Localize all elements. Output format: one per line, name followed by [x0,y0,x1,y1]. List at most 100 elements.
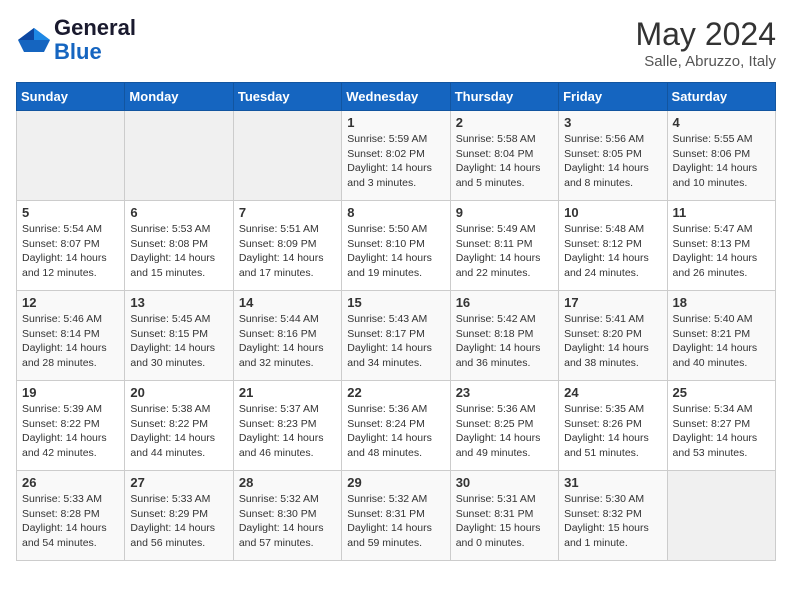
cell-content: Sunrise: 5:35 AMSunset: 8:26 PMDaylight:… [564,402,661,461]
daylight-text: Daylight: 14 hours and 38 minutes. [564,341,661,370]
sunset-text: Sunset: 8:22 PM [22,417,119,432]
daylight-text: Daylight: 14 hours and 53 minutes. [673,431,770,460]
cell-content: Sunrise: 5:36 AMSunset: 8:24 PMDaylight:… [347,402,444,461]
sunrise-text: Sunrise: 5:35 AM [564,402,661,417]
sunset-text: Sunset: 8:02 PM [347,147,444,162]
weekday-header-row: SundayMondayTuesdayWednesdayThursdayFrid… [17,83,776,111]
sunrise-text: Sunrise: 5:43 AM [347,312,444,327]
calendar-cell: 27Sunrise: 5:33 AMSunset: 8:29 PMDayligh… [125,471,233,561]
sunrise-text: Sunrise: 5:30 AM [564,492,661,507]
cell-content: Sunrise: 5:56 AMSunset: 8:05 PMDaylight:… [564,132,661,191]
calendar-cell: 28 Sunrise: 5:32 AMSunset: 8:30 PMDayligh… [233,471,341,561]
sunrise-text: Sunrise: 5:36 AM [347,402,444,417]
sunrise-text: Sunrise: 5:53 AM [130,222,227,237]
sunset-text: Sunset: 8:21 PM [673,327,770,342]
calendar-cell: 13Sunrise: 5:45 AMSunset: 8:15 PMDayligh… [125,291,233,381]
calendar-cell: 19Sunrise: 5:39 AMSunset: 8:22 PMDayligh… [17,381,125,471]
day-number: 10 [564,205,661,220]
sunset-text: Sunset: 8:28 PM [22,507,119,522]
calendar-cell [125,111,233,201]
sunset-text: Sunset: 8:10 PM [347,237,444,252]
sunrise-text: Sunrise: 5:58 AM [456,132,553,147]
cell-content: Sunrise: 5:59 AMSunset: 8:02 PMDaylight:… [347,132,444,191]
calendar-cell: 3 Sunrise: 5:56 AMSunset: 8:05 PMDaylight… [559,111,667,201]
sunset-text: Sunset: 8:15 PM [130,327,227,342]
cell-content: Sunrise: 5:41 AMSunset: 8:20 PMDaylight:… [564,312,661,371]
sunrise-text: Sunrise: 5:33 AM [130,492,227,507]
calendar-cell: 18Sunrise: 5:40 AMSunset: 8:21 PMDayligh… [667,291,775,381]
day-number: 20 [130,385,227,400]
sunrise-text: Sunrise: 5:55 AM [673,132,770,147]
day-number: 28 [239,475,336,490]
logo: GeneralBlue [16,16,136,64]
sunrise-text: Sunrise: 5:33 AM [22,492,119,507]
cell-content: Sunrise: 5:43 AMSunset: 8:17 PMDaylight:… [347,312,444,371]
calendar-cell: 31 Sunrise: 5:30 AMSunset: 8:32 PMDayligh… [559,471,667,561]
day-number: 12 [22,295,119,310]
calendar-cell: 10Sunrise: 5:48 AMSunset: 8:12 PMDayligh… [559,201,667,291]
day-number: 1 [347,115,444,130]
day-number: 17 [564,295,661,310]
cell-content: Sunrise: 5:39 AMSunset: 8:22 PMDaylight:… [22,402,119,461]
sunset-text: Sunset: 8:09 PM [239,237,336,252]
day-number: 30 [456,475,553,490]
daylight-text: Daylight: 15 hours and 0 minutes. [456,521,553,550]
daylight-text: Daylight: 14 hours and 22 minutes. [456,251,553,280]
daylight-text: Daylight: 14 hours and 46 minutes. [239,431,336,460]
daylight-text: Daylight: 15 hours and 1 minute. [564,521,661,550]
sunrise-text: Sunrise: 5:56 AM [564,132,661,147]
calendar-cell: 2Sunrise: 5:58 AMSunset: 8:04 PMDaylight… [450,111,558,201]
sunset-text: Sunset: 8:12 PM [564,237,661,252]
sunset-text: Sunset: 8:08 PM [130,237,227,252]
calendar-cell: 1 Sunrise: 5:59 AMSunset: 8:02 PMDaylight… [342,111,450,201]
calendar-cell: 9Sunrise: 5:49 AMSunset: 8:11 PMDaylight… [450,201,558,291]
day-number: 16 [456,295,553,310]
sunrise-text: Sunrise: 5:42 AM [456,312,553,327]
daylight-text: Daylight: 14 hours and 54 minutes. [22,521,119,550]
logo-text: GeneralBlue [54,16,136,64]
cell-content: Sunrise: 5:40 AMSunset: 8:21 PMDaylight:… [673,312,770,371]
cell-content: Sunrise: 5:32 AMSunset: 8:30 PMDaylight:… [239,492,336,551]
daylight-text: Daylight: 14 hours and 56 minutes. [130,521,227,550]
daylight-text: Daylight: 14 hours and 32 minutes. [239,341,336,370]
calendar-cell: 23Sunrise: 5:36 AMSunset: 8:25 PMDayligh… [450,381,558,471]
daylight-text: Daylight: 14 hours and 26 minutes. [673,251,770,280]
day-number: 31 [564,475,661,490]
calendar-cell: 6Sunrise: 5:53 AMSunset: 8:08 PMDaylight… [125,201,233,291]
sunset-text: Sunset: 8:32 PM [564,507,661,522]
cell-content: Sunrise: 5:55 AMSunset: 8:06 PMDaylight:… [673,132,770,191]
sunset-text: Sunset: 8:31 PM [456,507,553,522]
title-block: May 2024 Salle, Abruzzo, Italy [635,16,776,70]
cell-content: Sunrise: 5:31 AMSunset: 8:31 PMDaylight:… [456,492,553,551]
sunrise-text: Sunrise: 5:37 AM [239,402,336,417]
day-number: 9 [456,205,553,220]
sunset-text: Sunset: 8:06 PM [673,147,770,162]
sunrise-text: Sunrise: 5:51 AM [239,222,336,237]
calendar-week-5: 26Sunrise: 5:33 AMSunset: 8:28 PMDayligh… [17,471,776,561]
sunset-text: Sunset: 8:25 PM [456,417,553,432]
sunset-text: Sunset: 8:17 PM [347,327,444,342]
sunrise-text: Sunrise: 5:45 AM [130,312,227,327]
day-number: 4 [673,115,770,130]
cell-content: Sunrise: 5:36 AMSunset: 8:25 PMDaylight:… [456,402,553,461]
calendar-cell: 11Sunrise: 5:47 AMSunset: 8:13 PMDayligh… [667,201,775,291]
weekday-header-sunday: Sunday [17,83,125,111]
sunrise-text: Sunrise: 5:36 AM [456,402,553,417]
calendar-cell: 30 Sunrise: 5:31 AMSunset: 8:31 PMDayligh… [450,471,558,561]
day-number: 3 [564,115,661,130]
sunrise-text: Sunrise: 5:41 AM [564,312,661,327]
daylight-text: Daylight: 14 hours and 59 minutes. [347,521,444,550]
logo-icon [16,26,52,54]
daylight-text: Daylight: 14 hours and 8 minutes. [564,161,661,190]
day-number: 6 [130,205,227,220]
daylight-text: Daylight: 14 hours and 40 minutes. [673,341,770,370]
cell-content: Sunrise: 5:32 AMSunset: 8:31 PMDaylight:… [347,492,444,551]
cell-content: Sunrise: 5:44 AMSunset: 8:16 PMDaylight:… [239,312,336,371]
cell-content: Sunrise: 5:51 AMSunset: 8:09 PMDaylight:… [239,222,336,281]
page-header: GeneralBlue May 2024 Salle, Abruzzo, Ita… [16,16,776,70]
calendar-cell: 15Sunrise: 5:43 AMSunset: 8:17 PMDayligh… [342,291,450,381]
calendar-cell: 12Sunrise: 5:46 AMSunset: 8:14 PMDayligh… [17,291,125,381]
daylight-text: Daylight: 14 hours and 28 minutes. [22,341,119,370]
cell-content: Sunrise: 5:45 AMSunset: 8:15 PMDaylight:… [130,312,227,371]
sunrise-text: Sunrise: 5:59 AM [347,132,444,147]
